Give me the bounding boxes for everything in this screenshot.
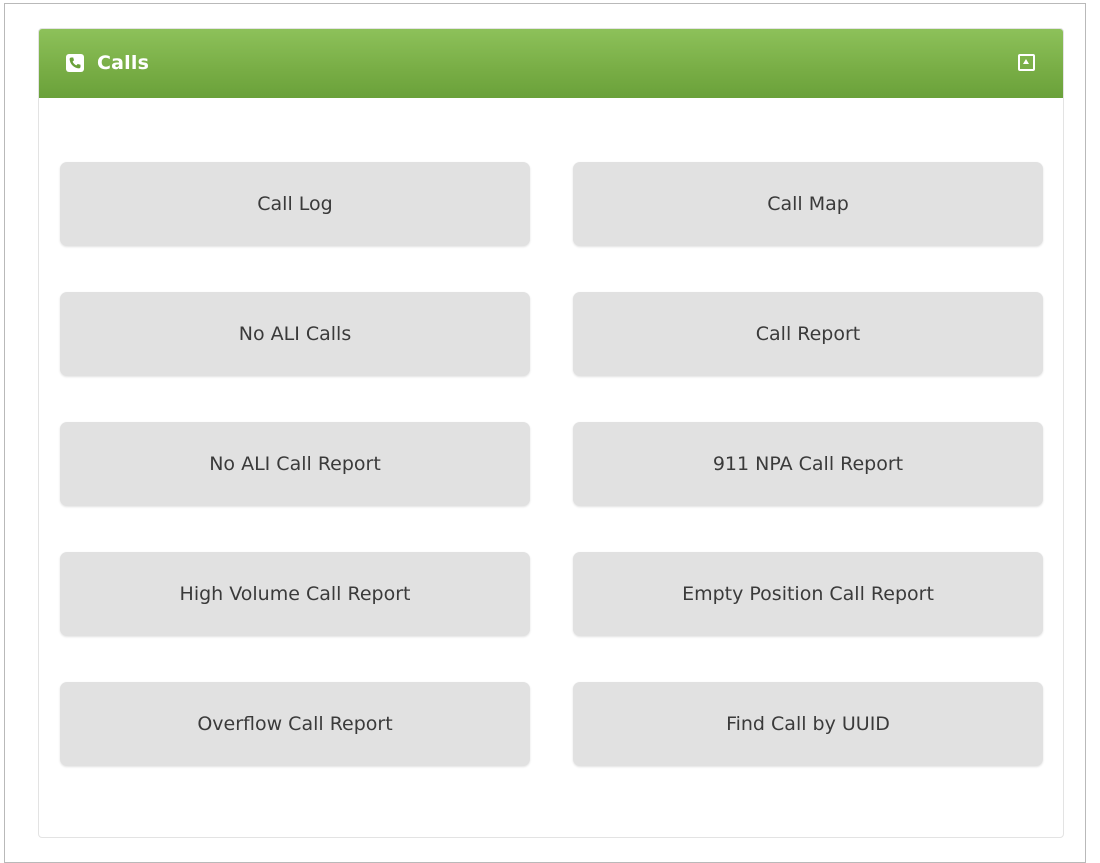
calls-panel: Calls Call Log Call Map No ALI Calls Cal… bbox=[38, 28, 1064, 838]
high-volume-call-report-button[interactable]: High Volume Call Report bbox=[60, 552, 530, 636]
empty-position-call-report-button[interactable]: Empty Position Call Report bbox=[573, 552, 1043, 636]
npa-call-report-button[interactable]: 911 NPA Call Report bbox=[573, 422, 1043, 506]
call-log-button[interactable]: Call Log bbox=[60, 162, 530, 246]
phone-icon bbox=[66, 54, 84, 72]
collapse-icon[interactable] bbox=[1018, 54, 1035, 71]
find-call-by-uuid-button[interactable]: Find Call by UUID bbox=[573, 682, 1043, 766]
no-ali-calls-button[interactable]: No ALI Calls bbox=[60, 292, 530, 376]
call-report-button[interactable]: Call Report bbox=[573, 292, 1043, 376]
panel-header: Calls bbox=[39, 29, 1063, 98]
panel-title: Calls bbox=[97, 52, 150, 74]
overflow-call-report-button[interactable]: Overflow Call Report bbox=[60, 682, 530, 766]
call-map-button[interactable]: Call Map bbox=[573, 162, 1043, 246]
no-ali-call-report-button[interactable]: No ALI Call Report bbox=[60, 422, 530, 506]
collapse-arrow bbox=[1023, 59, 1029, 64]
